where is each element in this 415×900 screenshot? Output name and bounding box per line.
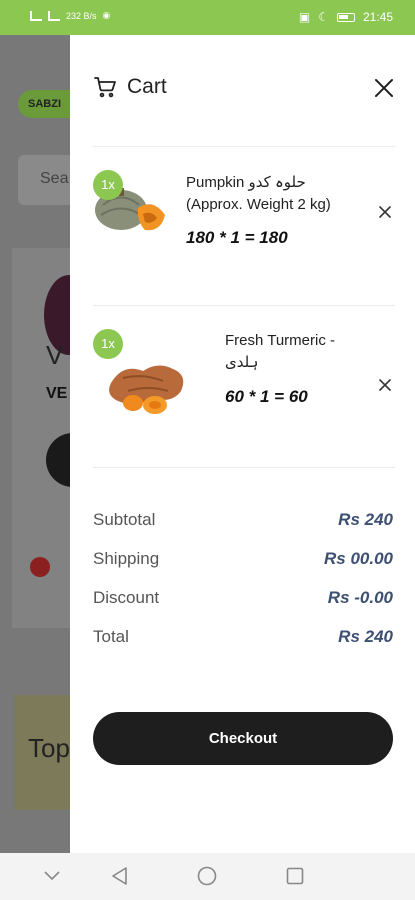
cart-header: Cart xyxy=(93,75,167,99)
total-label: Total xyxy=(93,627,129,646)
item-name-line2: (Approx. Weight 2 kg) xyxy=(186,196,331,213)
home-icon[interactable] xyxy=(197,866,217,886)
battery-icon xyxy=(336,12,355,22)
quantity-badge: 1x xyxy=(93,329,123,359)
close-icon xyxy=(375,79,393,97)
remove-item-button[interactable] xyxy=(379,202,391,223)
shipping-value: Rs 00.00 xyxy=(324,549,393,568)
navigation-bar xyxy=(0,853,415,900)
bg-banner-text: Top xyxy=(28,733,70,763)
subtotal-value: Rs 240 xyxy=(338,510,393,529)
checkout-button[interactable]: Checkout xyxy=(93,712,393,765)
item-name-line2: ہلدی xyxy=(225,354,259,371)
item-price-calc: 60 * 1 = 60 xyxy=(225,387,308,407)
cart-title: Cart xyxy=(127,75,167,98)
bg-product-label: VE xyxy=(46,385,68,402)
nfc-icon: ▣ xyxy=(298,10,311,24)
quantity-badge: 1x xyxy=(93,170,123,200)
discount-label: Discount xyxy=(93,588,160,607)
close-cart-button[interactable] xyxy=(373,77,395,99)
total-value: Rs 240 xyxy=(338,627,393,646)
signal-icon xyxy=(30,10,42,21)
order-summary: Subtotal Rs 240 Shipping Rs 00.00 Discou… xyxy=(93,502,393,658)
item-name-line1: Fresh Turmeric - xyxy=(225,332,336,349)
discount-value: Rs -0.00 xyxy=(327,588,393,607)
divider xyxy=(93,467,395,468)
cart-item-pumpkin: 1x Pumpkin حلوہ کدو (Approx. Weight 2 kg… xyxy=(93,160,395,310)
subtotal-label: Subtotal xyxy=(93,510,156,529)
shipping-row: Shipping Rs 00.00 xyxy=(93,541,393,580)
item-qty: 1 xyxy=(230,228,240,247)
divider xyxy=(93,305,395,306)
item-line-total: = 180 xyxy=(239,228,288,247)
cart-item-turmeric: 1x Fresh Turmeric - ہلدی 60 * 1 = 60 xyxy=(93,325,395,475)
item-name: Pumpkin حلوہ کدو (Approx. Weight 2 kg) xyxy=(186,172,331,216)
close-icon xyxy=(379,206,391,218)
item-unit-price: 60 * xyxy=(225,387,260,406)
close-icon xyxy=(379,379,391,391)
status-right: ▣ ☾ 21:45 xyxy=(299,10,393,24)
moon-icon: ☾ xyxy=(318,10,329,24)
item-name: Fresh Turmeric - ہلدی xyxy=(225,330,335,374)
item-line-total: = 60 xyxy=(269,387,308,406)
bg-product-letter: V xyxy=(46,340,64,370)
wifi-icon xyxy=(48,10,60,21)
item-unit-price: 180 * xyxy=(186,228,231,247)
back-icon[interactable] xyxy=(110,866,128,886)
whatsapp-icon: ◉ xyxy=(102,10,111,20)
network-speed: 232 B/s xyxy=(66,10,97,21)
item-name-line1: Pumpkin حلوہ کدو xyxy=(186,174,306,191)
remove-item-button[interactable] xyxy=(379,375,391,396)
cart-drawer: Cart 1x Pumpkin حلوہ کدو (Approx. Weight… xyxy=(70,35,415,853)
recents-icon[interactable] xyxy=(286,867,304,885)
subtotal-row: Subtotal Rs 240 xyxy=(93,502,393,541)
item-price-calc: 180 * 1 = 180 xyxy=(186,228,288,248)
divider xyxy=(93,146,395,147)
status-left: 232 B/s ◉ xyxy=(30,10,110,21)
status-bar: 232 B/s ◉ ▣ ☾ 21:45 xyxy=(0,0,415,35)
turmeric-image xyxy=(109,365,184,414)
chevron-down-icon[interactable] xyxy=(44,871,60,881)
clock: 21:45 xyxy=(362,10,393,24)
shipping-label: Shipping xyxy=(93,549,160,568)
bg-chili-image xyxy=(30,557,50,577)
discount-row: Discount Rs -0.00 xyxy=(93,580,393,619)
cart-icon xyxy=(93,75,117,99)
total-row: Total Rs 240 xyxy=(93,619,393,658)
